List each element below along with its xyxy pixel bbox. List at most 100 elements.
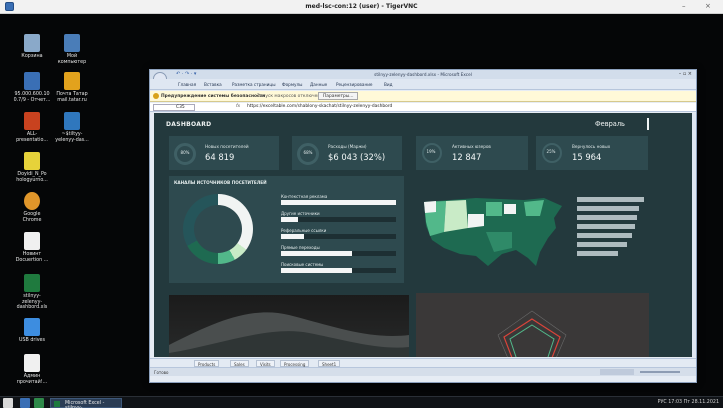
security-options-button[interactable]: Параметры...: [318, 92, 359, 100]
area-chart: [169, 312, 409, 357]
tab-view[interactable]: Вид: [384, 82, 393, 87]
sheet-tab-processing[interactable]: Processing: [280, 360, 310, 367]
chrome-icon: [24, 192, 40, 210]
sheet-tab-visits[interactable]: Visits: [256, 360, 275, 367]
usa-map-chart: [424, 198, 562, 266]
bar-chart-bar: [577, 206, 640, 211]
tab-data[interactable]: Данные: [310, 82, 327, 87]
mail-icon: [64, 72, 80, 90]
formula-input[interactable]: https://exceltable.com/shablony-skachat/…: [247, 104, 392, 109]
excel-file-icon: [24, 274, 40, 292]
tab-formulas[interactable]: Формулы: [282, 82, 302, 87]
status-bar: Готово: [150, 367, 696, 376]
desktop-icon-folder[interactable]: Doyidi_N_Po hologyurno...: [10, 152, 54, 183]
word-file-icon: [64, 112, 80, 130]
text-file-icon: [24, 354, 40, 372]
dashboard-header: DASHBOARD Февраль: [154, 113, 692, 135]
kpi-ring: 68%: [297, 143, 319, 165]
security-warning-message: Запуск макросов отключен.: [257, 94, 322, 99]
fx-icon[interactable]: fx: [236, 104, 240, 109]
excel-window-title: stilnyy-zelenyy-dashbord.xlsx - Microsof…: [150, 70, 696, 79]
kpi-new-visitors: 80% Новых посетителей 64 819: [169, 136, 279, 170]
desktop-icon-usb[interactable]: USB drives: [10, 318, 54, 344]
dashboard-title: DASHBOARD: [166, 121, 212, 128]
desktop-icon-my-computer[interactable]: Мой компьютер: [50, 34, 94, 65]
taskbar-excel-window[interactable]: Microsoft Excel - stilnyy-...: [50, 398, 122, 408]
bar-chart-bar: [577, 197, 645, 202]
map-region-midwest: [486, 202, 502, 216]
kpi-ring: 19%: [422, 143, 442, 163]
taskbar-explorer-icon[interactable]: [20, 398, 30, 408]
desktop-icon-presentation[interactable]: ALL- presentatio...: [10, 112, 54, 143]
kpi-label: Активных юзеров: [452, 144, 491, 149]
quick-access-toolbar[interactable]: ↶ · ↷ · ▾: [176, 71, 196, 77]
taskbar: Microsoft Excel - stilnyy-... РУС 17:03 …: [0, 396, 723, 408]
desktop-icon-report[interactable]: 95.000.600.10 0.7/9 - Отчет...: [10, 72, 54, 103]
kpi-label: Вернулось новых: [572, 144, 611, 149]
shield-icon: [153, 93, 159, 99]
desktop-icon-recycle-bin[interactable]: Корзина: [10, 34, 54, 60]
kpi-value: 64 819: [205, 152, 235, 162]
desktop-icon-dashboard-xls[interactable]: stilnyy- zelenyy- dashbord.xls: [10, 274, 54, 311]
desktop-icon-temp-file[interactable]: ~$tiltyy- yelenyy-das...: [50, 112, 94, 143]
recycle-bin-icon: [24, 34, 40, 52]
vnc-close-button[interactable]: ×: [705, 2, 711, 10]
vnc-minimize-button[interactable]: –: [682, 2, 686, 10]
channel-row: Прямые переходы: [281, 245, 396, 258]
remote-desktop: Корзина Мой компьютер 95.000.600.10 0.7/…: [0, 14, 723, 396]
ribbon-tabs: Главная Вставка Разметка страницы Формул…: [150, 79, 696, 90]
map-region-lakes: [504, 204, 516, 214]
kpi-ring: 80%: [174, 143, 196, 165]
sheet-tab-sales[interactable]: Sales: [230, 360, 249, 367]
bar-chart-bar: [577, 224, 635, 229]
desktop-icon-chrome[interactable]: Google Chrome: [10, 192, 54, 223]
kpi-ring: 25%: [542, 143, 562, 163]
channel-bar: [281, 200, 396, 205]
kpi-returning: 25% Вернулось новых 15 964: [536, 136, 648, 170]
taskbar-excel-icon[interactable]: [34, 398, 44, 408]
computer-icon: [64, 34, 80, 52]
excel-window: stilnyy-zelenyy-dashbord.xlsx - Microsof…: [149, 69, 697, 383]
start-button[interactable]: [3, 398, 13, 408]
tab-home[interactable]: Главная: [178, 82, 196, 87]
channel-bar: [281, 217, 299, 222]
channel-row: Другие источники: [281, 211, 396, 224]
view-buttons[interactable]: [600, 369, 634, 375]
vertical-scrollbar[interactable]: [692, 113, 696, 357]
tab-insert[interactable]: Вставка: [204, 82, 222, 87]
desktop-icon-new-document[interactable]: Новинт Docuertion ...: [10, 232, 54, 263]
bar-chart-bar: [577, 251, 618, 256]
sheet-tab-products[interactable]: Products: [194, 360, 220, 367]
kpi-active-users: 19% Активных юзеров 12 847: [416, 136, 528, 170]
channel-bar: [281, 234, 304, 239]
kpi-label: Расходы (Маржи): [328, 144, 367, 149]
channel-bar: [281, 251, 353, 256]
month-selector[interactable]: Февраль: [595, 120, 625, 128]
sheet-tab-sheet1[interactable]: Sheet1: [318, 360, 341, 367]
kpi-value: 12 847: [452, 152, 482, 162]
folder-icon: [24, 152, 40, 170]
formula-bar: C35 fx https://exceltable.com/shablony-s…: [150, 103, 696, 112]
tab-page-layout[interactable]: Разметка страницы: [232, 82, 276, 87]
status-text: Готово: [154, 370, 169, 375]
channels-title: КАНАЛЫ ИСТОЧНИКОВ ПОСЕТИТЕЛЕЙ: [174, 180, 267, 185]
menu-icon[interactable]: [647, 118, 649, 130]
name-box[interactable]: C35: [153, 104, 195, 111]
sheet-tabs-bar: Products Sales Visits Processing Sheet1: [150, 358, 696, 367]
security-warning-title: Предупреждение системы безопасности: [161, 94, 266, 99]
excel-window-controls[interactable]: – ▫ ×: [679, 71, 692, 77]
kpi-expenses: 68% Расходы (Маржи) $6 043 (32%): [292, 136, 402, 170]
radar-series-green: [509, 324, 555, 357]
kpi-value: $6 043 (32%): [328, 152, 386, 162]
area-chart-panel: [169, 295, 409, 357]
kpi-value: 15 964: [572, 152, 602, 162]
desktop-icon-mail[interactable]: Почта Татар mail.tatar.ru: [50, 72, 94, 103]
channel-row: Поисковые системы: [281, 262, 396, 275]
desktop-icon-admin-readme[interactable]: Админ прочитай!...: [10, 354, 54, 385]
map-region-mountain: [444, 200, 468, 232]
vnc-title: med-lsc-con:12 (user) - TigerVNC: [305, 3, 418, 10]
tab-review[interactable]: Рецензирование: [336, 82, 373, 87]
channel-row: Контекстная реклама: [281, 194, 396, 207]
zoom-slider[interactable]: [640, 371, 680, 373]
system-tray-clock[interactable]: РУС 17:03 Пт 28.11.2021: [658, 400, 719, 405]
